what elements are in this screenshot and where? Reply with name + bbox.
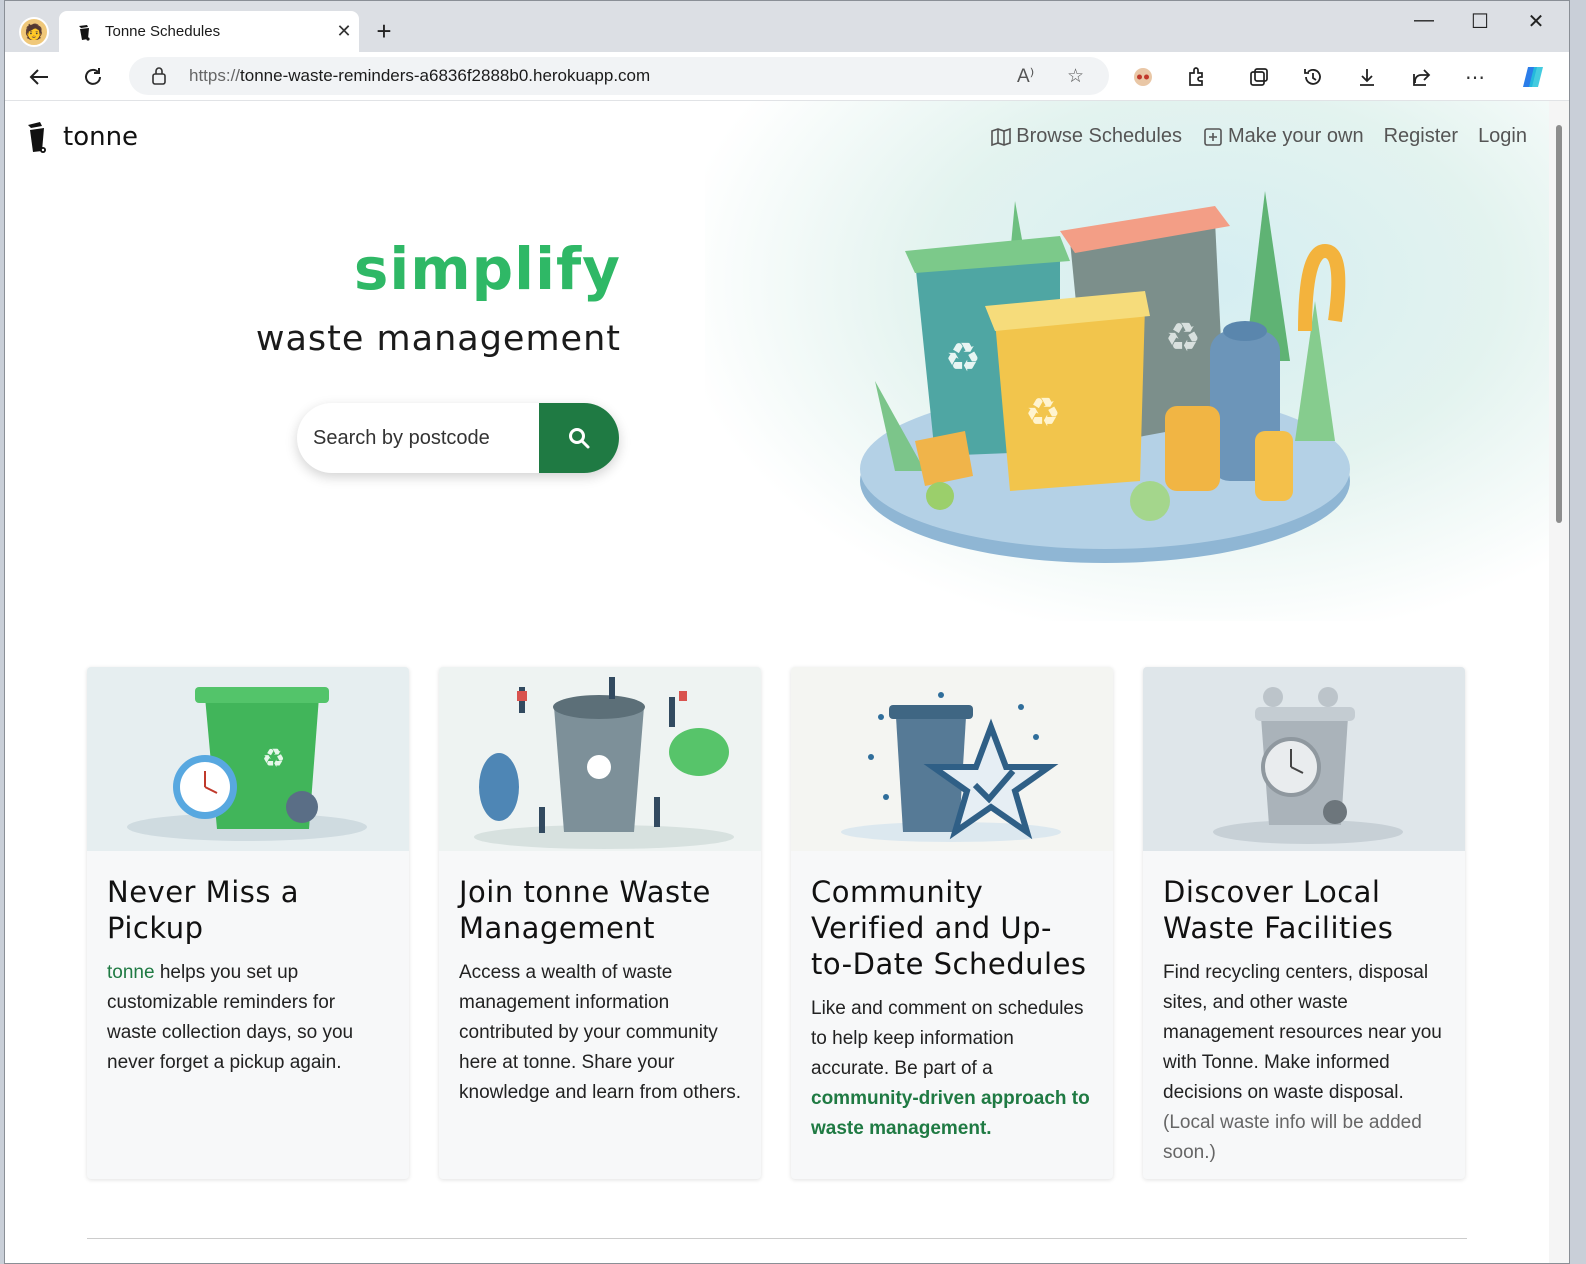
more-menu-icon[interactable]: ⋯	[1459, 61, 1491, 93]
url-host: tonne-waste-reminders-a6836f2888b0.herok…	[240, 66, 651, 85]
card-title: Never Miss a Pickup	[107, 875, 299, 945]
card-text-body: Find recycling centers, disposal sites, …	[1163, 962, 1442, 1103]
tab-strip: 🧑 Tonne Schedules ✕ + — ☐ ✕	[5, 1, 1569, 52]
maximize-icon[interactable]: ☐	[1457, 9, 1503, 34]
extension-face-icon[interactable]	[1127, 61, 1159, 93]
copilot-icon[interactable]	[1517, 61, 1549, 93]
address-toolbar: https://tonne-waste-reminders-a6836f2888…	[5, 52, 1569, 101]
nav-browse-schedules[interactable]: Browse Schedules	[990, 125, 1182, 148]
star-bin-image	[791, 667, 1113, 851]
page-content: tonne Browse Schedules Make your own Reg…	[5, 101, 1551, 1263]
refresh-icon	[85, 68, 101, 85]
card-text: Find recycling centers, disposal sites, …	[1163, 958, 1445, 1168]
close-tab-icon[interactable]: ✕	[329, 21, 359, 42]
share-icon[interactable]	[1405, 61, 1437, 93]
hero-title: simplify	[353, 235, 621, 303]
card-title: Join tonne Waste Management	[459, 875, 711, 945]
nav-register[interactable]: Register	[1384, 125, 1458, 148]
bin-favicon-icon	[79, 24, 90, 41]
search-button[interactable]	[539, 403, 619, 473]
card-text: Like and comment on schedules to help ke…	[811, 994, 1093, 1144]
bin-logo-icon	[28, 122, 46, 153]
waste-bins-illustration: ♻ ♻ ♻	[860, 191, 1350, 563]
section-divider	[87, 1238, 1467, 1239]
back-arrow-icon	[29, 69, 48, 85]
scrollbar-thumb[interactable]	[1556, 125, 1562, 523]
svg-text:♻: ♻	[1025, 390, 1061, 436]
card-note: (Local waste info will be added soon.)	[1163, 1112, 1422, 1163]
brand-name: tonne	[63, 122, 139, 152]
read-aloud-icon[interactable]: A⁾	[1017, 65, 1034, 88]
svg-text:♻: ♻	[1165, 315, 1201, 361]
hero-subtitle: waste management	[255, 319, 621, 359]
svg-text:♻: ♻	[945, 335, 981, 381]
downloads-icon[interactable]	[1351, 61, 1383, 93]
minimize-icon[interactable]: —	[1401, 9, 1447, 32]
clock-bin-image	[1143, 667, 1465, 851]
nav-login[interactable]: Login	[1478, 125, 1527, 148]
nav-browse-label: Browse Schedules	[1016, 125, 1182, 147]
feature-card-verified: Community Verified and Up-to-Date Schedu…	[791, 667, 1113, 1179]
profile-avatar[interactable]: 🧑	[19, 17, 49, 47]
card-text: tonne helps you set up customizable remi…	[107, 958, 389, 1078]
nav-make-label: Make your own	[1227, 125, 1364, 147]
feature-cards: ♻ Never Miss a Pickup tonne helps you se…	[87, 667, 1465, 1179]
collections-icon[interactable]	[1243, 61, 1275, 93]
green-bin-clock-image: ♻	[87, 667, 409, 851]
main-nav: Browse Schedules Make your own Register …	[990, 125, 1527, 148]
card-title: Community Verified and Up-to-Date Schedu…	[811, 875, 1087, 981]
card-text-body: Like and comment on schedules to help ke…	[811, 998, 1084, 1079]
close-window-icon[interactable]: ✕	[1513, 9, 1559, 34]
feature-card-facilities: Discover Local Waste Facilities Find rec…	[1143, 667, 1465, 1179]
lock-icon[interactable]	[151, 66, 167, 86]
refresh-button[interactable]	[77, 61, 109, 93]
postcode-search	[297, 403, 619, 473]
favorite-star-icon[interactable]: ☆	[1067, 65, 1084, 88]
back-button[interactable]	[23, 61, 55, 93]
card-text: Access a wealth of waste management info…	[459, 962, 741, 1103]
tab-title: Tonne Schedules	[105, 23, 221, 40]
feature-card-community: Join tonne Waste Management Access a wea…	[439, 667, 761, 1179]
map-icon	[991, 127, 1012, 146]
extensions-puzzle-icon[interactable]	[1181, 61, 1213, 93]
nav-make-your-own[interactable]: Make your own	[1202, 125, 1364, 148]
page-scrollbar[interactable]	[1549, 101, 1569, 1263]
new-tab-button[interactable]: +	[369, 17, 399, 47]
community-highlight: community-driven approach to waste manag…	[811, 1088, 1090, 1139]
community-bin-image	[439, 667, 761, 851]
card-title: Discover Local Waste Facilities	[1163, 875, 1394, 945]
brand[interactable]: tonne	[25, 119, 138, 155]
svg-text:♻: ♻	[262, 744, 285, 774]
url-protocol: https://	[189, 66, 241, 85]
address-bar[interactable]: https://tonne-waste-reminders-a6836f2888…	[129, 57, 1109, 95]
history-icon[interactable]	[1297, 61, 1329, 93]
search-icon	[569, 428, 590, 449]
feature-card-reminders: ♻ Never Miss a Pickup tonne helps you se…	[87, 667, 409, 1179]
browser-window: 🧑 Tonne Schedules ✕ + — ☐ ✕ https://tonn…	[4, 0, 1570, 1264]
brand-highlight: tonne	[107, 962, 155, 983]
postcode-search-input[interactable]	[297, 403, 539, 473]
tab-tonne-schedules[interactable]: Tonne Schedules ✕	[59, 11, 359, 52]
url-text[interactable]: https://tonne-waste-reminders-a6836f2888…	[189, 66, 650, 86]
plus-square-icon	[1204, 127, 1222, 146]
